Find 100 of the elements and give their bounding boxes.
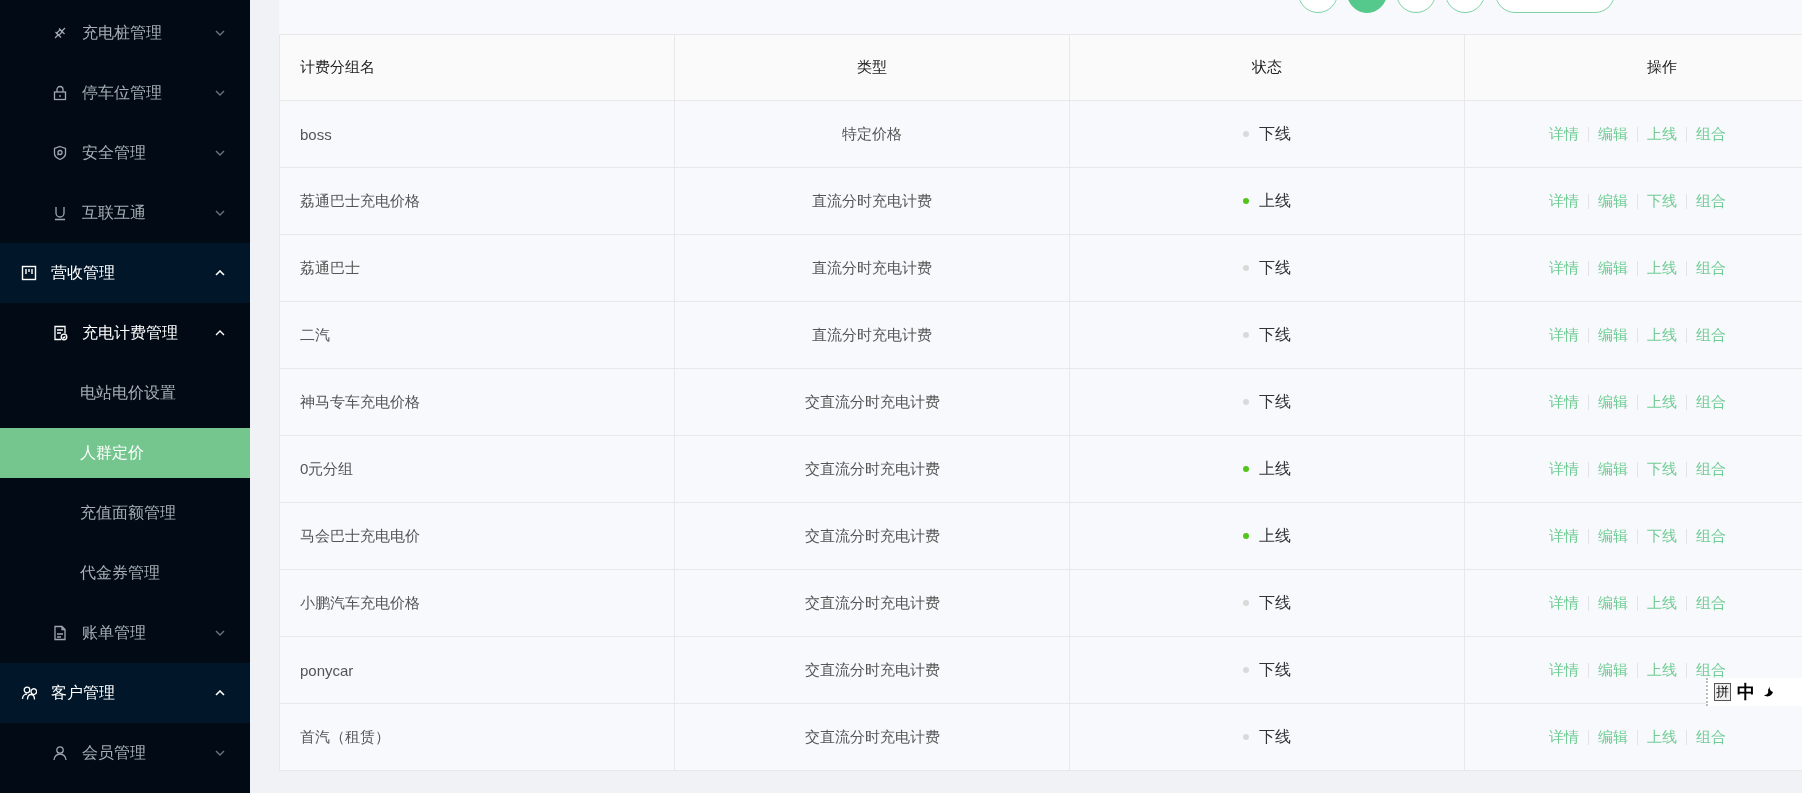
action-link[interactable]: 编辑 [1597, 459, 1628, 479]
action-link[interactable]: 上线 [1646, 124, 1677, 144]
action-link[interactable]: 详情 [1548, 191, 1579, 211]
chevron-icon [215, 30, 225, 36]
table-cell: 荔通巴士充电价格 [300, 191, 420, 211]
table-cell: 交直流分时充电计费 [804, 392, 940, 412]
column-header: 类型 [675, 35, 1070, 100]
submenu-item[interactable]: 安全管理 [0, 123, 250, 183]
action-link[interactable]: 详情 [1548, 459, 1579, 479]
board-icon [21, 265, 37, 281]
plug-icon [52, 25, 68, 41]
status-text: 下线 [1259, 659, 1291, 680]
menu-item[interactable]: 电站电价设置 [0, 363, 250, 423]
action-link[interactable]: 编辑 [1597, 191, 1628, 211]
table-cell: 直流分时充电计费 [812, 258, 932, 278]
ime-language[interactable]: 中 [1737, 680, 1755, 704]
table-cell: 交直流分时充电计费 [804, 459, 940, 479]
action-link[interactable]: 详情 [1548, 124, 1579, 144]
status-text: 下线 [1259, 257, 1291, 278]
action-link[interactable]: 组合 [1695, 660, 1726, 680]
submenu-item[interactable]: 互联互通 [0, 183, 250, 243]
action-link[interactable]: 组合 [1695, 124, 1726, 144]
table-cell: 0元分组 [300, 459, 354, 479]
action-link[interactable]: 详情 [1548, 392, 1579, 412]
action-link[interactable]: 详情 [1548, 526, 1579, 546]
table-cell: 荔通巴士 [300, 258, 360, 278]
chevron-icon [215, 150, 225, 156]
table-cell: 直流分时充电计费 [812, 191, 932, 211]
chevron-icon [215, 330, 225, 336]
chevron-icon [215, 270, 225, 276]
table-cell: 特定价格 [842, 124, 902, 144]
menu-item[interactable]: 人群定价 [0, 428, 250, 478]
action-link[interactable]: 组合 [1695, 526, 1726, 546]
submenu-item[interactable]: 会员管理 [0, 723, 250, 783]
column-header: 操作 [1465, 35, 1802, 100]
chevron-icon [215, 630, 225, 636]
action-link[interactable]: 组合 [1695, 325, 1726, 345]
table-cell: 马会巴士充电电价 [300, 526, 420, 546]
action-link[interactable]: 下线 [1646, 459, 1677, 479]
action-link[interactable]: 上线 [1646, 392, 1677, 412]
bill-icon [52, 325, 68, 341]
table-cell: 交直流分时充电计费 [804, 727, 940, 747]
chevron-icon [215, 690, 225, 696]
table-cell: 首汽（租赁） [300, 727, 390, 747]
action-link[interactable]: 组合 [1695, 593, 1726, 613]
action-link[interactable]: 组合 [1695, 258, 1726, 278]
user-icon [52, 745, 68, 761]
status-text: 下线 [1259, 726, 1291, 747]
table-cell: 直流分时充电计费 [812, 325, 932, 345]
chevron-icon [215, 210, 225, 216]
action-link[interactable]: 详情 [1548, 258, 1579, 278]
table-cell: 小鹏汽车充电价格 [300, 593, 420, 613]
table-cell: 二汽 [300, 325, 330, 345]
action-link[interactable]: 上线 [1646, 593, 1677, 613]
chevron-icon [215, 750, 225, 756]
submenu-item[interactable]: 账单管理 [0, 603, 250, 663]
action-link[interactable]: 上线 [1646, 660, 1677, 680]
action-link[interactable]: 编辑 [1597, 392, 1628, 412]
action-link[interactable]: 详情 [1548, 325, 1579, 345]
action-link[interactable]: 详情 [1548, 660, 1579, 680]
action-link[interactable]: 编辑 [1597, 526, 1628, 546]
table-cell: ponycar [300, 661, 354, 679]
menu-group[interactable]: 客户管理 [0, 663, 250, 723]
action-link[interactable]: 详情 [1548, 593, 1579, 613]
status-text: 下线 [1259, 324, 1291, 345]
action-link[interactable]: 编辑 [1597, 727, 1628, 747]
action-link[interactable]: 下线 [1646, 526, 1677, 546]
submenu-item[interactable]: 充电计费管理 [0, 303, 250, 363]
table-cell: 交直流分时充电计费 [804, 593, 940, 613]
table-cell: 交直流分时充电计费 [804, 526, 940, 546]
action-link[interactable]: 下线 [1646, 191, 1677, 211]
ime-mode-key[interactable]: 拼 [1714, 683, 1731, 701]
action-link[interactable]: 详情 [1548, 727, 1579, 747]
action-link[interactable]: 上线 [1646, 258, 1677, 278]
menu-item[interactable]: 代金券管理 [0, 543, 250, 603]
action-link[interactable]: 组合 [1695, 459, 1726, 479]
table-cell: 交直流分时充电计费 [804, 660, 940, 680]
menu-item[interactable]: 充值面额管理 [0, 483, 250, 543]
action-link[interactable]: 编辑 [1597, 325, 1628, 345]
action-link[interactable]: 编辑 [1597, 258, 1628, 278]
action-link[interactable]: 组合 [1695, 727, 1726, 747]
action-link[interactable]: 组合 [1695, 392, 1726, 412]
table-cell: 神马专车充电价格 [300, 392, 420, 412]
action-link[interactable]: 组合 [1695, 191, 1726, 211]
action-link[interactable]: 编辑 [1597, 660, 1628, 680]
submenu-item[interactable]: 停车位管理 [0, 63, 250, 123]
lock-icon [52, 85, 68, 101]
status-text: 下线 [1259, 592, 1291, 613]
status-text: 下线 [1259, 123, 1291, 144]
menu-group[interactable]: 营收管理 [0, 243, 250, 303]
table-cell: boss [300, 125, 332, 143]
action-link[interactable]: 编辑 [1597, 593, 1628, 613]
status-text: 上线 [1259, 525, 1291, 546]
status-text: 下线 [1259, 391, 1291, 412]
action-link[interactable]: 编辑 [1597, 124, 1628, 144]
column-header: 计费分组名 [280, 35, 675, 100]
submenu-item[interactable]: 充电桩管理 [0, 3, 250, 63]
action-link[interactable]: 上线 [1646, 325, 1677, 345]
action-link[interactable]: 上线 [1646, 727, 1677, 747]
users-icon [21, 685, 37, 701]
